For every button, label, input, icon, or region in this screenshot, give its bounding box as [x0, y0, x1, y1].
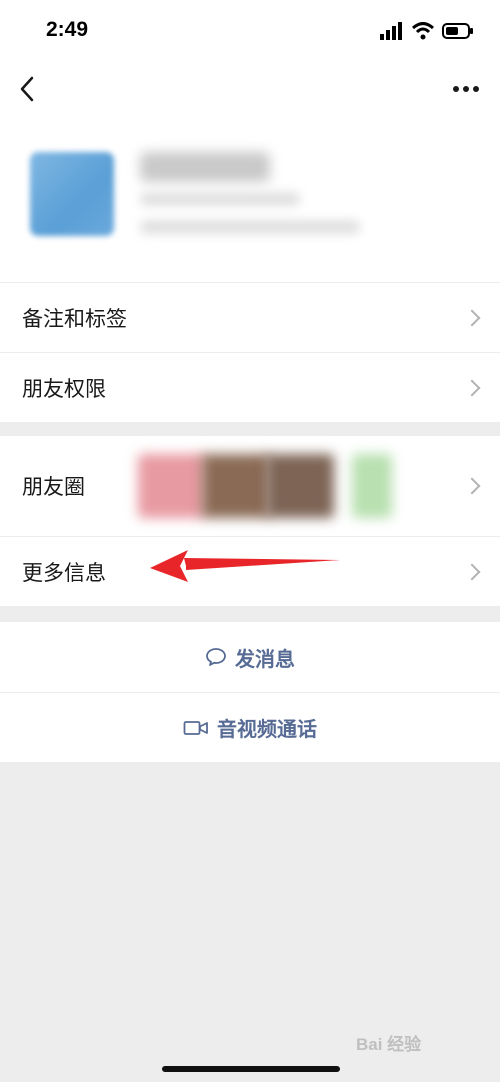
chevron-right-icon [463, 379, 481, 396]
friend-permissions-label: 朋友权限 [22, 377, 106, 401]
moments-thumbnail [138, 454, 206, 518]
moments-thumbnail [266, 454, 334, 518]
moments-thumbnail [352, 454, 392, 518]
moments-row[interactable]: 朋友圈 [0, 436, 500, 536]
remarks-tags-label: 备注和标签 [22, 307, 127, 331]
chat-bubble-icon [206, 648, 226, 666]
more-options-button[interactable] [448, 72, 484, 106]
annotation-arrow [150, 550, 340, 582]
chevron-right-icon [463, 477, 481, 495]
video-call-label: 音视频通话 [217, 719, 317, 741]
send-message-button[interactable]: 发消息 [0, 622, 500, 692]
watermark: Bai 经验 [356, 1035, 422, 1054]
contact-name-redacted [140, 152, 270, 182]
back-button[interactable] [14, 72, 46, 106]
home-indicator[interactable] [162, 1066, 340, 1072]
wifi-icon [412, 22, 434, 40]
more-info-label: 更多信息 [22, 561, 106, 585]
signal-icon [380, 22, 402, 40]
contact-detail-redacted [140, 192, 300, 206]
status-bar: 2:49 [0, 0, 500, 62]
profile-header [0, 116, 500, 282]
chevron-left-icon [20, 76, 34, 102]
settings-group: 备注和标签 朋友权限 [0, 282, 500, 422]
moments-label: 朋友圈 [22, 476, 85, 499]
ellipsis-icon [453, 86, 479, 92]
actions-group: 发消息 音视频通话 [0, 622, 500, 762]
status-time: 2:49 [46, 18, 89, 41]
remarks-tags-row[interactable]: 备注和标签 [0, 282, 500, 352]
avatar[interactable] [30, 152, 114, 236]
moments-thumbnails [120, 448, 410, 524]
video-call-button[interactable]: 音视频通话 [0, 692, 500, 762]
chevron-right-icon [463, 309, 481, 326]
battery-icon [442, 23, 473, 39]
status-icons [380, 22, 474, 40]
chevron-right-icon [463, 563, 481, 580]
nav-bar [0, 62, 500, 116]
video-camera-icon [183, 720, 208, 735]
send-message-label: 发消息 [235, 648, 295, 671]
friend-permissions-row[interactable]: 朋友权限 [0, 352, 500, 422]
contact-region-redacted [140, 220, 360, 234]
moments-thumbnail [202, 454, 270, 518]
